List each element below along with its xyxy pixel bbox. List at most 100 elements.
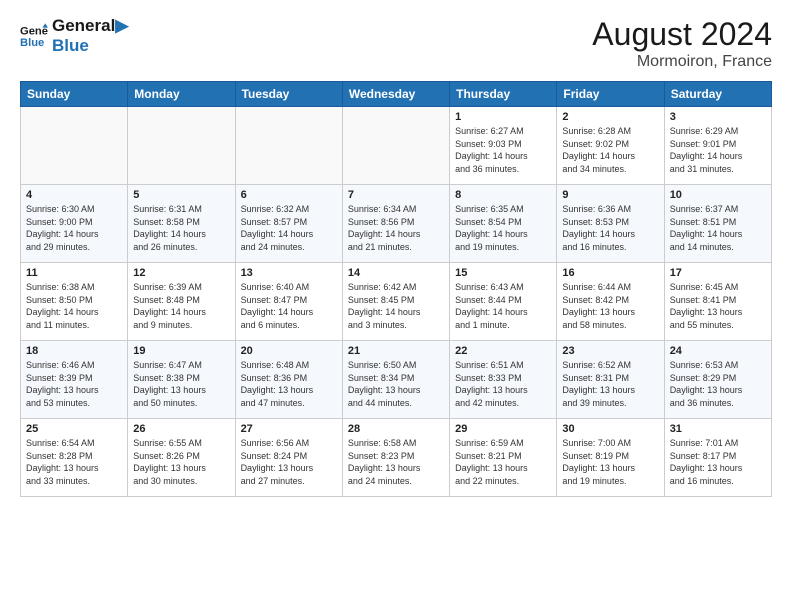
main-title: August 2024 [592,16,772,53]
day-number: 15 [455,267,551,279]
day-number: 7 [348,189,444,201]
day-info: Sunrise: 6:40 AM Sunset: 8:47 PM Dayligh… [241,281,337,331]
calendar-cell [21,107,128,185]
day-info: Sunrise: 6:42 AM Sunset: 8:45 PM Dayligh… [348,281,444,331]
day-number: 31 [670,423,766,435]
calendar-cell: 2 Sunrise: 6:28 AM Sunset: 9:02 PM Daylig… [557,107,664,185]
calendar-cell: 3 Sunrise: 6:29 AM Sunset: 9:01 PM Daylig… [664,107,771,185]
logo: General Blue General▶ Blue [20,16,128,57]
day-info: Sunrise: 6:35 AM Sunset: 8:54 PM Dayligh… [455,203,551,253]
calendar-cell: 31 Sunrise: 7:01 AM Sunset: 8:17 PM Dayli… [664,419,771,497]
day-number: 30 [562,423,658,435]
day-number: 12 [133,267,229,279]
calendar-cell: 16 Sunrise: 6:44 AM Sunset: 8:42 PM Dayli… [557,263,664,341]
day-number: 5 [133,189,229,201]
day-number: 26 [133,423,229,435]
svg-text:Blue: Blue [20,37,44,49]
day-info: Sunrise: 6:29 AM Sunset: 9:01 PM Dayligh… [670,125,766,175]
day-number: 28 [348,423,444,435]
calendar-cell: 13 Sunrise: 6:40 AM Sunset: 8:47 PM Dayli… [235,263,342,341]
calendar-cell: 11Sunrise: 6:38 AM Sunset: 8:50 PM Dayli… [21,263,128,341]
day-info: Sunrise: 6:55 AM Sunset: 8:26 PM Dayligh… [133,437,229,487]
calendar-cell: 30 Sunrise: 7:00 AM Sunset: 8:19 PM Dayli… [557,419,664,497]
calendar-cell: 1 Sunrise: 6:27 AM Sunset: 9:03 PM Daylig… [450,107,557,185]
calendar-cell: 27Sunrise: 6:56 AM Sunset: 8:24 PM Dayli… [235,419,342,497]
calendar-cell: 15Sunrise: 6:43 AM Sunset: 8:44 PM Dayli… [450,263,557,341]
week-row-3: 11Sunrise: 6:38 AM Sunset: 8:50 PM Dayli… [21,263,772,341]
day-number: 29 [455,423,551,435]
day-number: 23 [562,345,658,357]
day-info: Sunrise: 6:47 AM Sunset: 8:38 PM Dayligh… [133,359,229,409]
day-info: Sunrise: 6:31 AM Sunset: 8:58 PM Dayligh… [133,203,229,253]
day-number: 21 [348,345,444,357]
calendar-cell: 24 Sunrise: 6:53 AM Sunset: 8:29 PM Dayli… [664,341,771,419]
calendar-cell: 23 Sunrise: 6:52 AM Sunset: 8:31 PM Dayli… [557,341,664,419]
weekday-header-saturday: Saturday [664,82,771,107]
day-info: Sunrise: 6:52 AM Sunset: 8:31 PM Dayligh… [562,359,658,409]
subtitle: Mormoiron, France [592,53,772,71]
day-info: Sunrise: 6:27 AM Sunset: 9:03 PM Dayligh… [455,125,551,175]
day-info: Sunrise: 6:28 AM Sunset: 9:02 PM Dayligh… [562,125,658,175]
day-number: 19 [133,345,229,357]
day-info: Sunrise: 6:30 AM Sunset: 9:00 PM Dayligh… [26,203,122,253]
day-number: 9 [562,189,658,201]
day-info: Sunrise: 6:51 AM Sunset: 8:33 PM Dayligh… [455,359,551,409]
day-info: Sunrise: 6:56 AM Sunset: 8:24 PM Dayligh… [241,437,337,487]
day-info: Sunrise: 6:44 AM Sunset: 8:42 PM Dayligh… [562,281,658,331]
calendar-cell: 7 Sunrise: 6:34 AM Sunset: 8:56 PM Daylig… [342,185,449,263]
day-info: Sunrise: 7:01 AM Sunset: 8:17 PM Dayligh… [670,437,766,487]
calendar-cell: 29 Sunrise: 6:59 AM Sunset: 8:21 PM Dayli… [450,419,557,497]
day-number: 13 [241,267,337,279]
title-block: August 2024 Mormoiron, France [592,16,772,71]
calendar-cell: 22Sunrise: 6:51 AM Sunset: 8:33 PM Dayli… [450,341,557,419]
calendar-cell: 8 Sunrise: 6:35 AM Sunset: 8:54 PM Daylig… [450,185,557,263]
calendar-cell: 21 Sunrise: 6:50 AM Sunset: 8:34 PM Dayli… [342,341,449,419]
day-info: Sunrise: 7:00 AM Sunset: 8:19 PM Dayligh… [562,437,658,487]
calendar-cell: 6 Sunrise: 6:32 AM Sunset: 8:57 PM Daylig… [235,185,342,263]
week-row-1: 1 Sunrise: 6:27 AM Sunset: 9:03 PM Daylig… [21,107,772,185]
weekday-header-wednesday: Wednesday [342,82,449,107]
day-info: Sunrise: 6:32 AM Sunset: 8:57 PM Dayligh… [241,203,337,253]
calendar-cell: 26 Sunrise: 6:55 AM Sunset: 8:26 PM Dayli… [128,419,235,497]
calendar-cell: 14 Sunrise: 6:42 AM Sunset: 8:45 PM Dayli… [342,263,449,341]
calendar-cell: 12 Sunrise: 6:39 AM Sunset: 8:48 PM Dayli… [128,263,235,341]
day-info: Sunrise: 6:38 AM Sunset: 8:50 PM Dayligh… [26,281,122,331]
calendar-cell: 28 Sunrise: 6:58 AM Sunset: 8:23 PM Dayli… [342,419,449,497]
day-number: 24 [670,345,766,357]
day-number: 16 [562,267,658,279]
day-info: Sunrise: 6:36 AM Sunset: 8:53 PM Dayligh… [562,203,658,253]
day-number: 20 [241,345,337,357]
day-info: Sunrise: 6:59 AM Sunset: 8:21 PM Dayligh… [455,437,551,487]
page: General Blue General▶ Blue August 2024 M… [0,0,792,612]
day-info: Sunrise: 6:45 AM Sunset: 8:41 PM Dayligh… [670,281,766,331]
logo-icon: General Blue [20,22,48,50]
day-info: Sunrise: 6:50 AM Sunset: 8:34 PM Dayligh… [348,359,444,409]
day-info: Sunrise: 6:48 AM Sunset: 8:36 PM Dayligh… [241,359,337,409]
day-number: 2 [562,111,658,123]
weekday-header-thursday: Thursday [450,82,557,107]
day-number: 1 [455,111,551,123]
day-info: Sunrise: 6:54 AM Sunset: 8:28 PM Dayligh… [26,437,122,487]
day-number: 18 [26,345,122,357]
day-number: 3 [670,111,766,123]
day-info: Sunrise: 6:37 AM Sunset: 8:51 PM Dayligh… [670,203,766,253]
day-info: Sunrise: 6:46 AM Sunset: 8:39 PM Dayligh… [26,359,122,409]
weekday-header-tuesday: Tuesday [235,82,342,107]
calendar-cell: 19 Sunrise: 6:47 AM Sunset: 8:38 PM Dayli… [128,341,235,419]
day-info: Sunrise: 6:39 AM Sunset: 8:48 PM Dayligh… [133,281,229,331]
day-info: Sunrise: 6:34 AM Sunset: 8:56 PM Dayligh… [348,203,444,253]
day-info: Sunrise: 6:53 AM Sunset: 8:29 PM Dayligh… [670,359,766,409]
weekday-header-friday: Friday [557,82,664,107]
calendar-cell [128,107,235,185]
calendar-cell: 9 Sunrise: 6:36 AM Sunset: 8:53 PM Daylig… [557,185,664,263]
header: General Blue General▶ Blue August 2024 M… [20,16,772,71]
weekday-header-row: SundayMondayTuesdayWednesdayThursdayFrid… [21,82,772,107]
day-info: Sunrise: 6:58 AM Sunset: 8:23 PM Dayligh… [348,437,444,487]
calendar-cell: 17Sunrise: 6:45 AM Sunset: 8:41 PM Dayli… [664,263,771,341]
day-number: 6 [241,189,337,201]
week-row-4: 18 Sunrise: 6:46 AM Sunset: 8:39 PM Dayli… [21,341,772,419]
day-number: 8 [455,189,551,201]
day-number: 14 [348,267,444,279]
weekday-header-sunday: Sunday [21,82,128,107]
calendar-cell: 25Sunrise: 6:54 AM Sunset: 8:28 PM Dayli… [21,419,128,497]
